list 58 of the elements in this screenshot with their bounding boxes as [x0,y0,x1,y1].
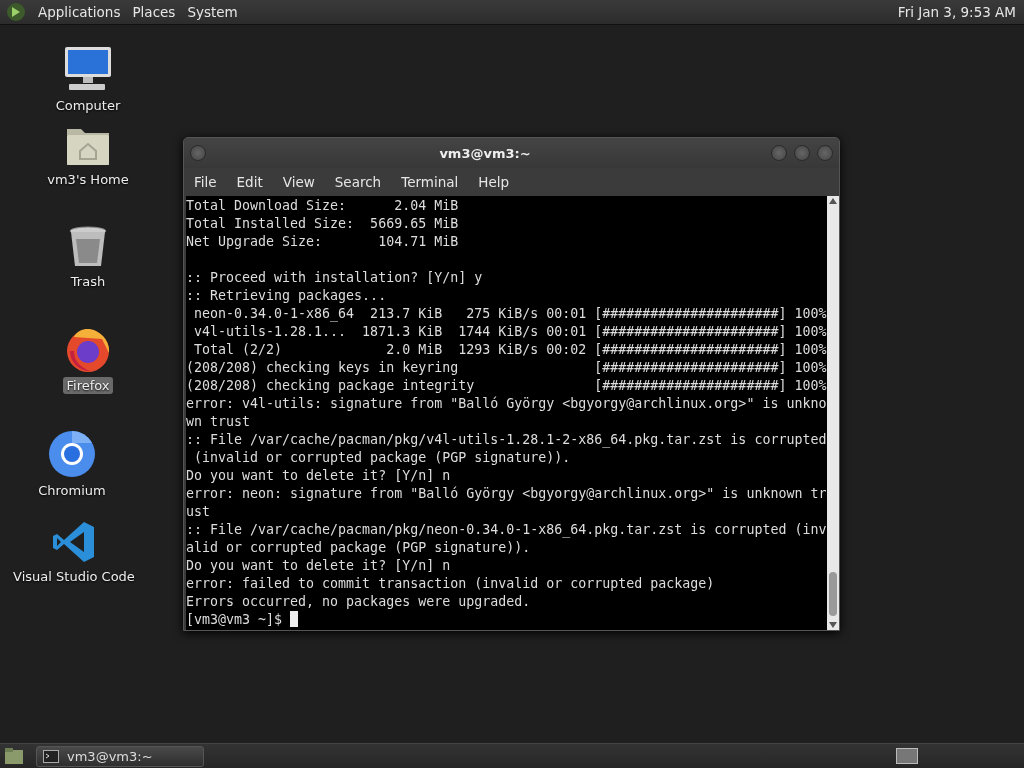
trash-icon [68,225,108,269]
app-menu-icon[interactable] [6,2,26,22]
desktop-icon-label[interactable]: Computer [52,97,124,114]
minimize-button[interactable] [771,145,787,161]
menu-item[interactable]: View [282,174,315,190]
terminal-line: Errors occurred, no packages were upgraded. [186,593,532,611]
panel-menu[interactable]: Applications [38,4,121,20]
terminal-line: :: Retrieving packages... [186,287,388,305]
terminal-line: error: failed to commit transaction (invalid or corrupted package) [186,575,716,593]
computer-icon [63,45,113,93]
terminal-line: error: neon: signature from "Balló György <bgyorgy@archlinux.org>" is unknown tr [186,485,827,503]
desktop-icon-label[interactable]: vm3's Home [44,171,132,188]
window-menu-button[interactable] [190,145,206,161]
show-desktop-icon[interactable] [4,747,24,765]
taskbar-button[interactable]: vm3@vm3:~ [36,745,204,767]
terminal-line: Total Installed Size: 5669.65 MiB [186,215,460,233]
scrollbar[interactable] [827,196,839,630]
menu-item[interactable]: Help [478,174,510,190]
scroll-down-arrow-icon[interactable] [829,622,837,628]
workspace-switcher[interactable] [896,748,918,764]
window-title: vm3@vm3:~ [438,145,532,161]
terminal-line: neon-0.34.0-1-x86_64 213.7 KiB 275 KiB/s 00:01 [######################] 100% [193,305,827,323]
terminal-line: :: Proceed with installation? [Y/n] y [186,269,484,287]
chromium-icon [48,430,96,478]
menu-item[interactable]: Edit [236,174,263,190]
desktop-icon-label[interactable]: Visual Studio Code [10,568,138,585]
terminal-line: :: File /var/cache/pacman/pkg/neon-0.34.0-1-x86_64.pkg.tar.zst is corrupted (inv [186,521,827,539]
terminal-line: (208/208) checking keys in keyring [######################] 100% [186,359,827,377]
menu-item[interactable]: File [194,174,217,190]
desktop-icon-label[interactable]: Chromium [35,482,109,499]
panel-menu[interactable]: Places [132,4,176,20]
scrollbar-thumb[interactable] [829,572,837,616]
terminal-line: v4l-utils-1.28.1... 1871.3 KiB 1744 KiB/s 00:01 [######################] 100% [193,323,827,341]
terminal-line: Total (2/2) 2.0 MiB 1293 KiB/s 00:02 [######################] 100% [193,341,827,359]
terminal-line: alid or corrupted package (PGP signature)). [186,539,532,557]
terminal-line: Do you want to delete it? [Y/n] n [186,557,452,575]
terminal-line: (208/208) checking package integrity [######################] 100% [186,377,827,395]
scroll-up-arrow-icon[interactable] [829,198,837,204]
desktop-icon-label[interactable]: Firefox [63,377,113,394]
desktop-icon-label[interactable]: Trash [67,273,109,290]
terminal-line: wn trust [186,413,252,431]
clock[interactable]: Fri Jan 3, 9:53 AM [897,4,1016,20]
terminal-icon [43,749,59,763]
terminal-line: :: File /var/cache/pacman/pkg/v4l-utils-1.28.1-2-x86_64.pkg.tar.zst is corrupted [186,431,827,449]
shell-prompt: [vm3@vm3 ~]$ [186,612,283,627]
menu-item[interactable]: Terminal [401,174,459,190]
vscode-icon [52,520,96,564]
terminal-line: Total Download Size: 2.04 MiB [186,197,460,215]
text-cursor [290,611,299,627]
terminal-line: Net Upgrade Size: 104.71 MiB [186,233,460,251]
terminal-line: ust [186,503,212,521]
terminal-line: Do you want to delete it? [Y/n] n [186,467,452,485]
terminal-line: error: v4l-utils: signature from "Balló György <bgyorgy@archlinux.org>" is unkno [186,395,827,413]
terminal-line: (invalid or corrupted package (PGP signature)). [193,449,572,467]
menu-item[interactable]: Search [334,174,382,190]
maximize-button[interactable] [794,145,810,161]
close-button[interactable] [817,145,833,161]
panel-menu[interactable]: System [187,4,238,20]
